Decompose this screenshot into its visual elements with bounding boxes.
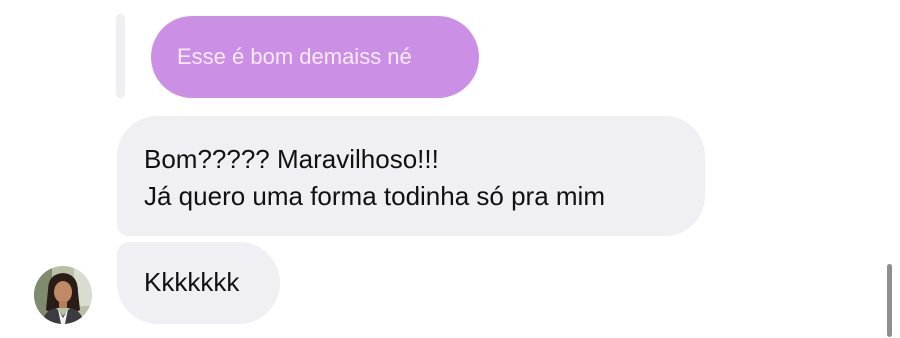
sender-avatar[interactable] [34, 266, 92, 324]
quoted-message-bubble[interactable]: Esse é bom demaiss né [151, 16, 479, 98]
message-bubble[interactable]: Bom????? Maravilhoso!!! Já quero uma for… [117, 116, 705, 236]
message-text-line: Bom????? Maravilhoso!!! [144, 144, 439, 174]
reply-indicator-bar [116, 14, 125, 98]
message-text-line: Kkkkkkk [144, 267, 240, 297]
message-bubble[interactable]: Kkkkkkk [117, 242, 280, 324]
chat-thread: Esse é bom demaiss né Bom????? Maravilho… [0, 0, 900, 338]
scrollbar-thumb[interactable] [887, 264, 892, 337]
avatar-photo-icon [34, 266, 92, 324]
message-text-line: Já quero uma forma todinha só pra mim [144, 181, 605, 211]
